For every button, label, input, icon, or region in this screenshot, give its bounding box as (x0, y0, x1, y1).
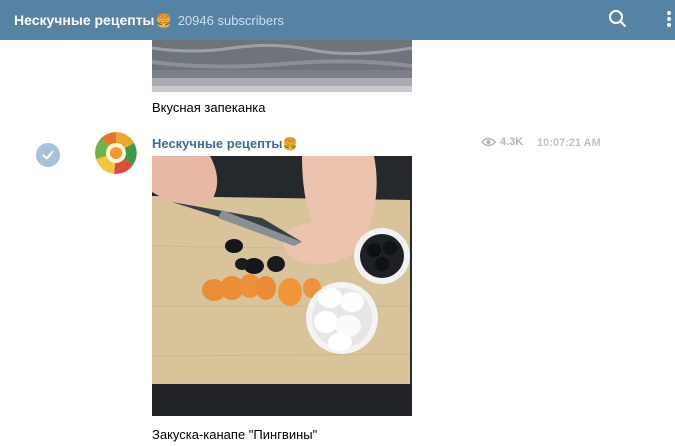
select-check-icon[interactable] (36, 143, 60, 167)
channel-name: Нескучные рецепты (14, 11, 155, 28)
message-author[interactable]: Нескучные рецепты🍔 (152, 136, 297, 151)
channel-header: Нескучные рецепты🍔 20946 subscribers (0, 0, 675, 40)
message-caption: Вкусная запеканка (152, 100, 266, 115)
search-icon[interactable] (606, 7, 630, 31)
view-counter: 4.3K (481, 136, 523, 148)
author-name: Нескучные рецепты (152, 136, 283, 151)
hamburger-emoji-icon: 🍔 (155, 12, 172, 28)
channel-title[interactable]: Нескучные рецепты🍔 (14, 12, 172, 29)
message-time: 10:07:21 AM (537, 137, 601, 149)
view-count: 4.3K (500, 136, 524, 148)
eye-icon (481, 137, 496, 147)
message-photo[interactable] (152, 156, 412, 416)
channel-avatar[interactable] (95, 132, 137, 174)
hamburger-emoji-icon: 🍔 (282, 137, 298, 151)
subscriber-count: 20946 subscribers (177, 12, 284, 28)
message-photo[interactable] (152, 40, 412, 92)
message-caption: Закуска-канапе "Пингвины" (152, 427, 318, 442)
more-vertical-icon[interactable] (660, 8, 675, 32)
